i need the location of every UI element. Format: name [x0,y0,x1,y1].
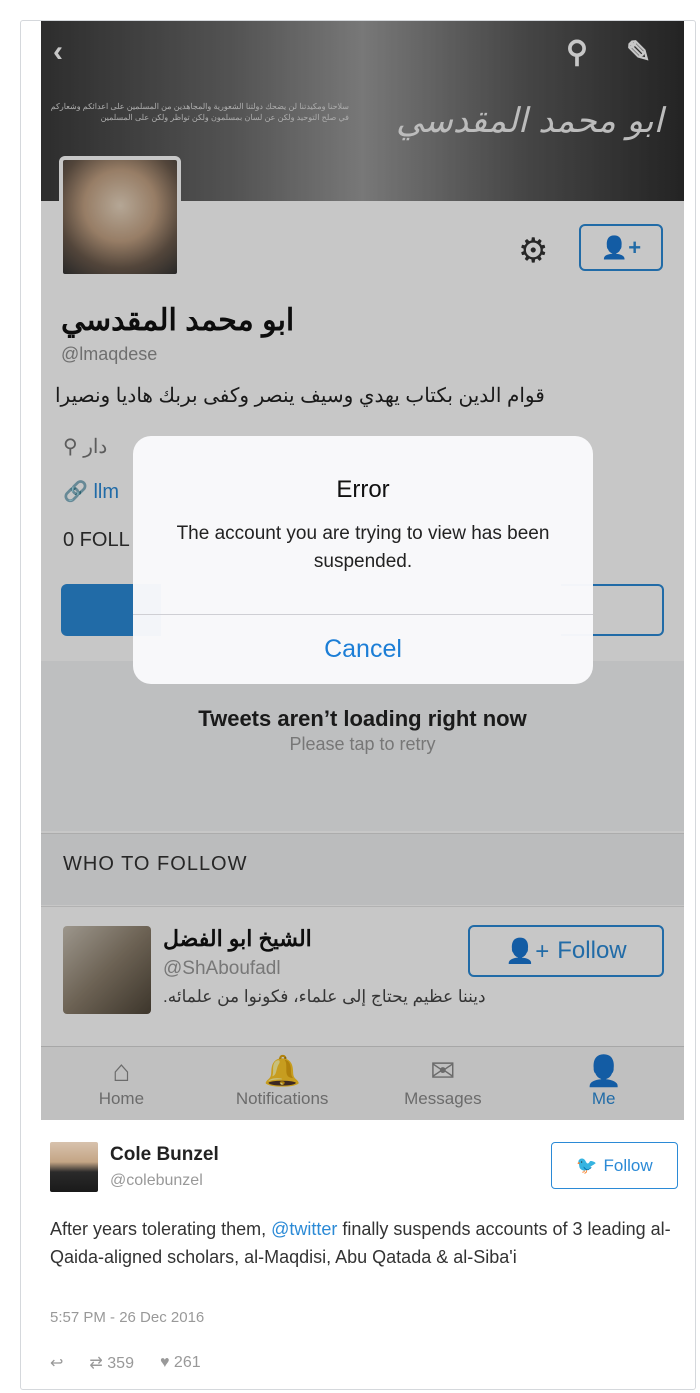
dialog-message: The account you are trying to view has b… [176,523,550,572]
retweet-icon: ⇄ [89,1355,108,1372]
reply-icon[interactable]: ↩ [50,1353,63,1373]
like-count: 261 [173,1354,201,1371]
heart-icon: ♥ [159,1354,174,1371]
twitter-bird-icon: 🐦 [576,1155,598,1175]
error-dialog: Error The account you are trying to view… [133,436,593,684]
embed-actions: ↩ ⇄ 359 ♥ 261 [50,1353,201,1373]
retweet-action[interactable]: ⇄ 359 [89,1353,134,1373]
dialog-title: Error [336,476,390,503]
embed-timestamp[interactable]: 5:57 PM - 26 Dec 2016 [50,1309,204,1326]
embed-author-avatar[interactable] [50,1142,98,1192]
cancel-button[interactable]: Cancel [133,615,593,684]
embed-author-handle[interactable]: @colebunzel [110,1172,203,1190]
like-action[interactable]: ♥ 261 [160,1354,201,1372]
tweet-text-part: After years tolerating them, [50,1219,272,1239]
embed-follow-button[interactable]: 🐦 Follow [551,1142,678,1189]
mention-link[interactable]: @twitter [271,1219,337,1239]
phone-screenshot: سلاحنا ومكيدتنا لن يضحك دولتنا الشعورية … [41,21,684,1120]
embed-tweet-text: After years tolerating them, @twitter fi… [50,1215,675,1271]
embed-author-name[interactable]: Cole Bunzel [110,1144,219,1166]
follow-label: Follow [603,1155,653,1175]
retweet-count: 359 [107,1355,134,1372]
